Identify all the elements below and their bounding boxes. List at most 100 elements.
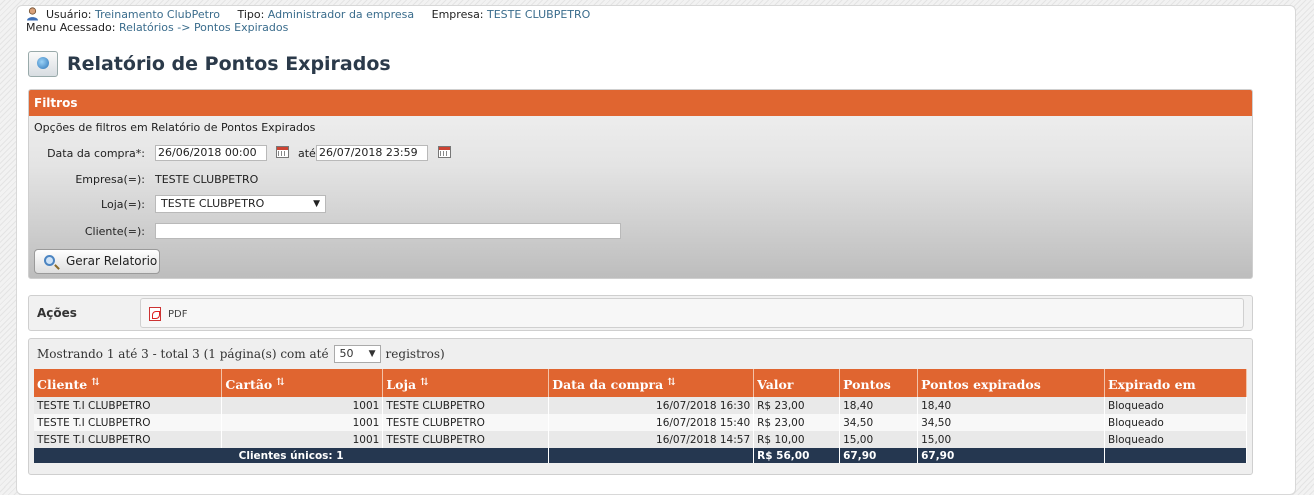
col-label: Cliente <box>37 376 88 392</box>
cell-cartao: 1001 <box>221 414 384 431</box>
per-page-value: 50 <box>339 347 354 360</box>
per-page-select[interactable]: 50 ▼ <box>333 345 381 363</box>
col-header-loja[interactable]: Loja ⇅ <box>382 369 550 397</box>
cell-data: 16/07/2018 14:57 <box>548 431 755 448</box>
menu-label: Menu Acessado: <box>26 21 116 34</box>
col-label: Data da compra <box>552 376 664 392</box>
page-title: Relatório de Pontos Expirados <box>67 53 391 75</box>
cliente-input[interactable] <box>155 223 621 239</box>
results-grid: Mostrando 1 até 3 - total 3 (1 página(s)… <box>28 338 1253 475</box>
cell-expirado-em: Bloqueado <box>1104 397 1247 414</box>
cell-cliente: TESTE T.I CLUBPETRO <box>34 397 223 414</box>
calendar-icon-inicio[interactable] <box>276 146 289 158</box>
user-icon <box>26 7 39 21</box>
sort-icon[interactable]: ⇅ <box>91 377 99 388</box>
col-label: Cartão <box>225 376 273 392</box>
cell-loja: TESTE CLUBPETRO <box>382 431 550 448</box>
breadcrumb: Menu Acessado: Relatórios -> Pontos Expi… <box>26 21 288 34</box>
empresa-value: TESTE CLUBPETRO <box>487 8 591 21</box>
row-cliente: Cliente(=): <box>29 223 729 241</box>
cell-data: 16/07/2018 15:40 <box>548 414 755 431</box>
filters-subtitle: Opções de filtros em Relatório de Pontos… <box>34 121 316 134</box>
loja-label: Loja(=): <box>101 198 145 211</box>
showing-text: Mostrando 1 até 3 - total 3 (1 página(s)… <box>37 347 329 361</box>
cell-loja: TESTE CLUBPETRO <box>382 414 550 431</box>
cell-cliente: TESTE T.I CLUBPETRO <box>34 431 223 448</box>
tipo-label: Tipo: <box>237 8 265 21</box>
registros-label: registros) <box>385 347 445 361</box>
acoes-label: Ações <box>37 306 77 320</box>
col-header-expirado-em: Expirado em <box>1104 369 1247 397</box>
cell-pontos: 15,00 <box>839 431 919 448</box>
sort-icon[interactable]: ⇅ <box>276 377 284 388</box>
actions-panel: Ações PDF <box>28 295 1253 331</box>
search-icon <box>44 255 55 266</box>
calendar-icon-fim[interactable] <box>438 146 451 158</box>
row-loja: Loja(=): TESTE CLUBPETRO ▼ <box>29 195 429 213</box>
col-header-valor: Valor <box>753 369 841 397</box>
footer-empty-last <box>1104 448 1247 463</box>
col-header-data-compra[interactable]: Data da compra ⇅ <box>548 369 755 397</box>
table-row: TESTE T.I CLUBPETRO 1001 TESTE CLUBPETRO… <box>34 431 1247 448</box>
cell-loja: TESTE CLUBPETRO <box>382 397 550 414</box>
usuario-label: Usuário: <box>46 8 92 21</box>
table-row: TESTE T.I CLUBPETRO 1001 TESTE CLUBPETRO… <box>34 414 1247 431</box>
gerar-relatorio-label: Gerar Relatorio <box>66 254 158 268</box>
filters-header: Filtros <box>29 90 1252 116</box>
ate-label: até <box>298 147 316 160</box>
sort-icon[interactable]: ⇅ <box>420 377 428 388</box>
cell-cliente: TESTE T.I CLUBPETRO <box>34 414 223 431</box>
empresa-label: Empresa: <box>431 8 484 21</box>
cell-cartao: 1001 <box>221 431 384 448</box>
table-header-row: Cliente ⇅ Cartão ⇅ Loja ⇅ Data da compra ⇅ V… <box>34 369 1247 397</box>
sort-icon[interactable]: ⇅ <box>667 377 675 388</box>
empresa-filter-label: Empresa(=): <box>75 173 145 186</box>
row-data-compra: Data da compra*: 26/06/2018 00:00 até 26… <box>29 145 1252 163</box>
data-inicio-input[interactable]: 26/06/2018 00:00 <box>155 145 267 161</box>
tipo-value: Administrador da empresa <box>267 8 415 21</box>
pdf-label: PDF <box>168 309 188 320</box>
table-row: TESTE T.I CLUBPETRO 1001 TESTE CLUBPETRO… <box>34 397 1247 414</box>
col-label: Loja <box>386 376 417 392</box>
cell-expirados: 15,00 <box>917 431 1105 448</box>
usuario-value: Treinamento ClubPetro <box>95 8 220 21</box>
cell-cartao: 1001 <box>221 397 384 414</box>
cell-pontos: 18,40 <box>839 397 919 414</box>
page-title-area: Relatório de Pontos Expirados <box>28 48 391 80</box>
cliente-label: Cliente(=): <box>84 225 145 238</box>
cell-expirado-em: Bloqueado <box>1104 431 1247 448</box>
pdf-export-button[interactable]: PDF <box>140 298 1244 328</box>
footer-valor-total: R$ 56,00 <box>753 448 841 463</box>
menu-path[interactable]: Relatórios -> Pontos Expirados <box>119 21 288 34</box>
cell-data: 16/07/2018 16:30 <box>548 397 755 414</box>
cell-valor: R$ 23,00 <box>753 414 841 431</box>
col-header-pontos-expirados: Pontos expirados <box>917 369 1105 397</box>
col-header-cartao[interactable]: Cartão ⇅ <box>221 369 384 397</box>
gerar-relatorio-button[interactable]: Gerar Relatorio <box>34 249 160 274</box>
user-info-bar: Usuário: Treinamento ClubPetro Tipo: Adm… <box>26 7 591 22</box>
filters-panel: Filtros Opções de filtros em Relatório d… <box>28 89 1253 279</box>
empresa-filter-value: TESTE CLUBPETRO <box>155 173 259 186</box>
cell-expirados: 34,50 <box>917 414 1105 431</box>
report-icon <box>28 51 58 77</box>
data-fim-input[interactable]: 26/07/2018 23:59 <box>316 145 428 161</box>
col-header-cliente[interactable]: Cliente ⇅ <box>34 369 223 397</box>
cell-valor: R$ 10,00 <box>753 431 841 448</box>
cell-pontos: 34,50 <box>839 414 919 431</box>
loja-select[interactable]: TESTE CLUBPETRO ▼ <box>155 195 326 213</box>
cell-valor: R$ 23,00 <box>753 397 841 414</box>
pagination-info: Mostrando 1 até 3 - total 3 (1 página(s)… <box>37 345 445 363</box>
footer-expirados-total: 67,90 <box>917 448 1105 463</box>
table-footer-row: Clientes únicos: 1 R$ 56,00 67,90 67,90 <box>34 448 1247 463</box>
chevron-down-icon: ▼ <box>368 349 376 359</box>
cell-expirados: 18,40 <box>917 397 1105 414</box>
loja-selected: TESTE CLUBPETRO <box>161 197 265 210</box>
row-empresa: Empresa(=): TESTE CLUBPETRO <box>29 171 429 189</box>
col-header-pontos: Pontos <box>839 369 919 397</box>
results-table: Cliente ⇅ Cartão ⇅ Loja ⇅ Data da compra ⇅ V… <box>34 369 1247 463</box>
cell-expirado-em: Bloqueado <box>1104 414 1247 431</box>
chevron-down-icon: ▼ <box>313 199 320 209</box>
footer-empty <box>548 448 755 463</box>
clientes-unicos: Clientes únicos: 1 <box>34 448 550 463</box>
data-compra-label: Data da compra*: <box>47 147 145 160</box>
